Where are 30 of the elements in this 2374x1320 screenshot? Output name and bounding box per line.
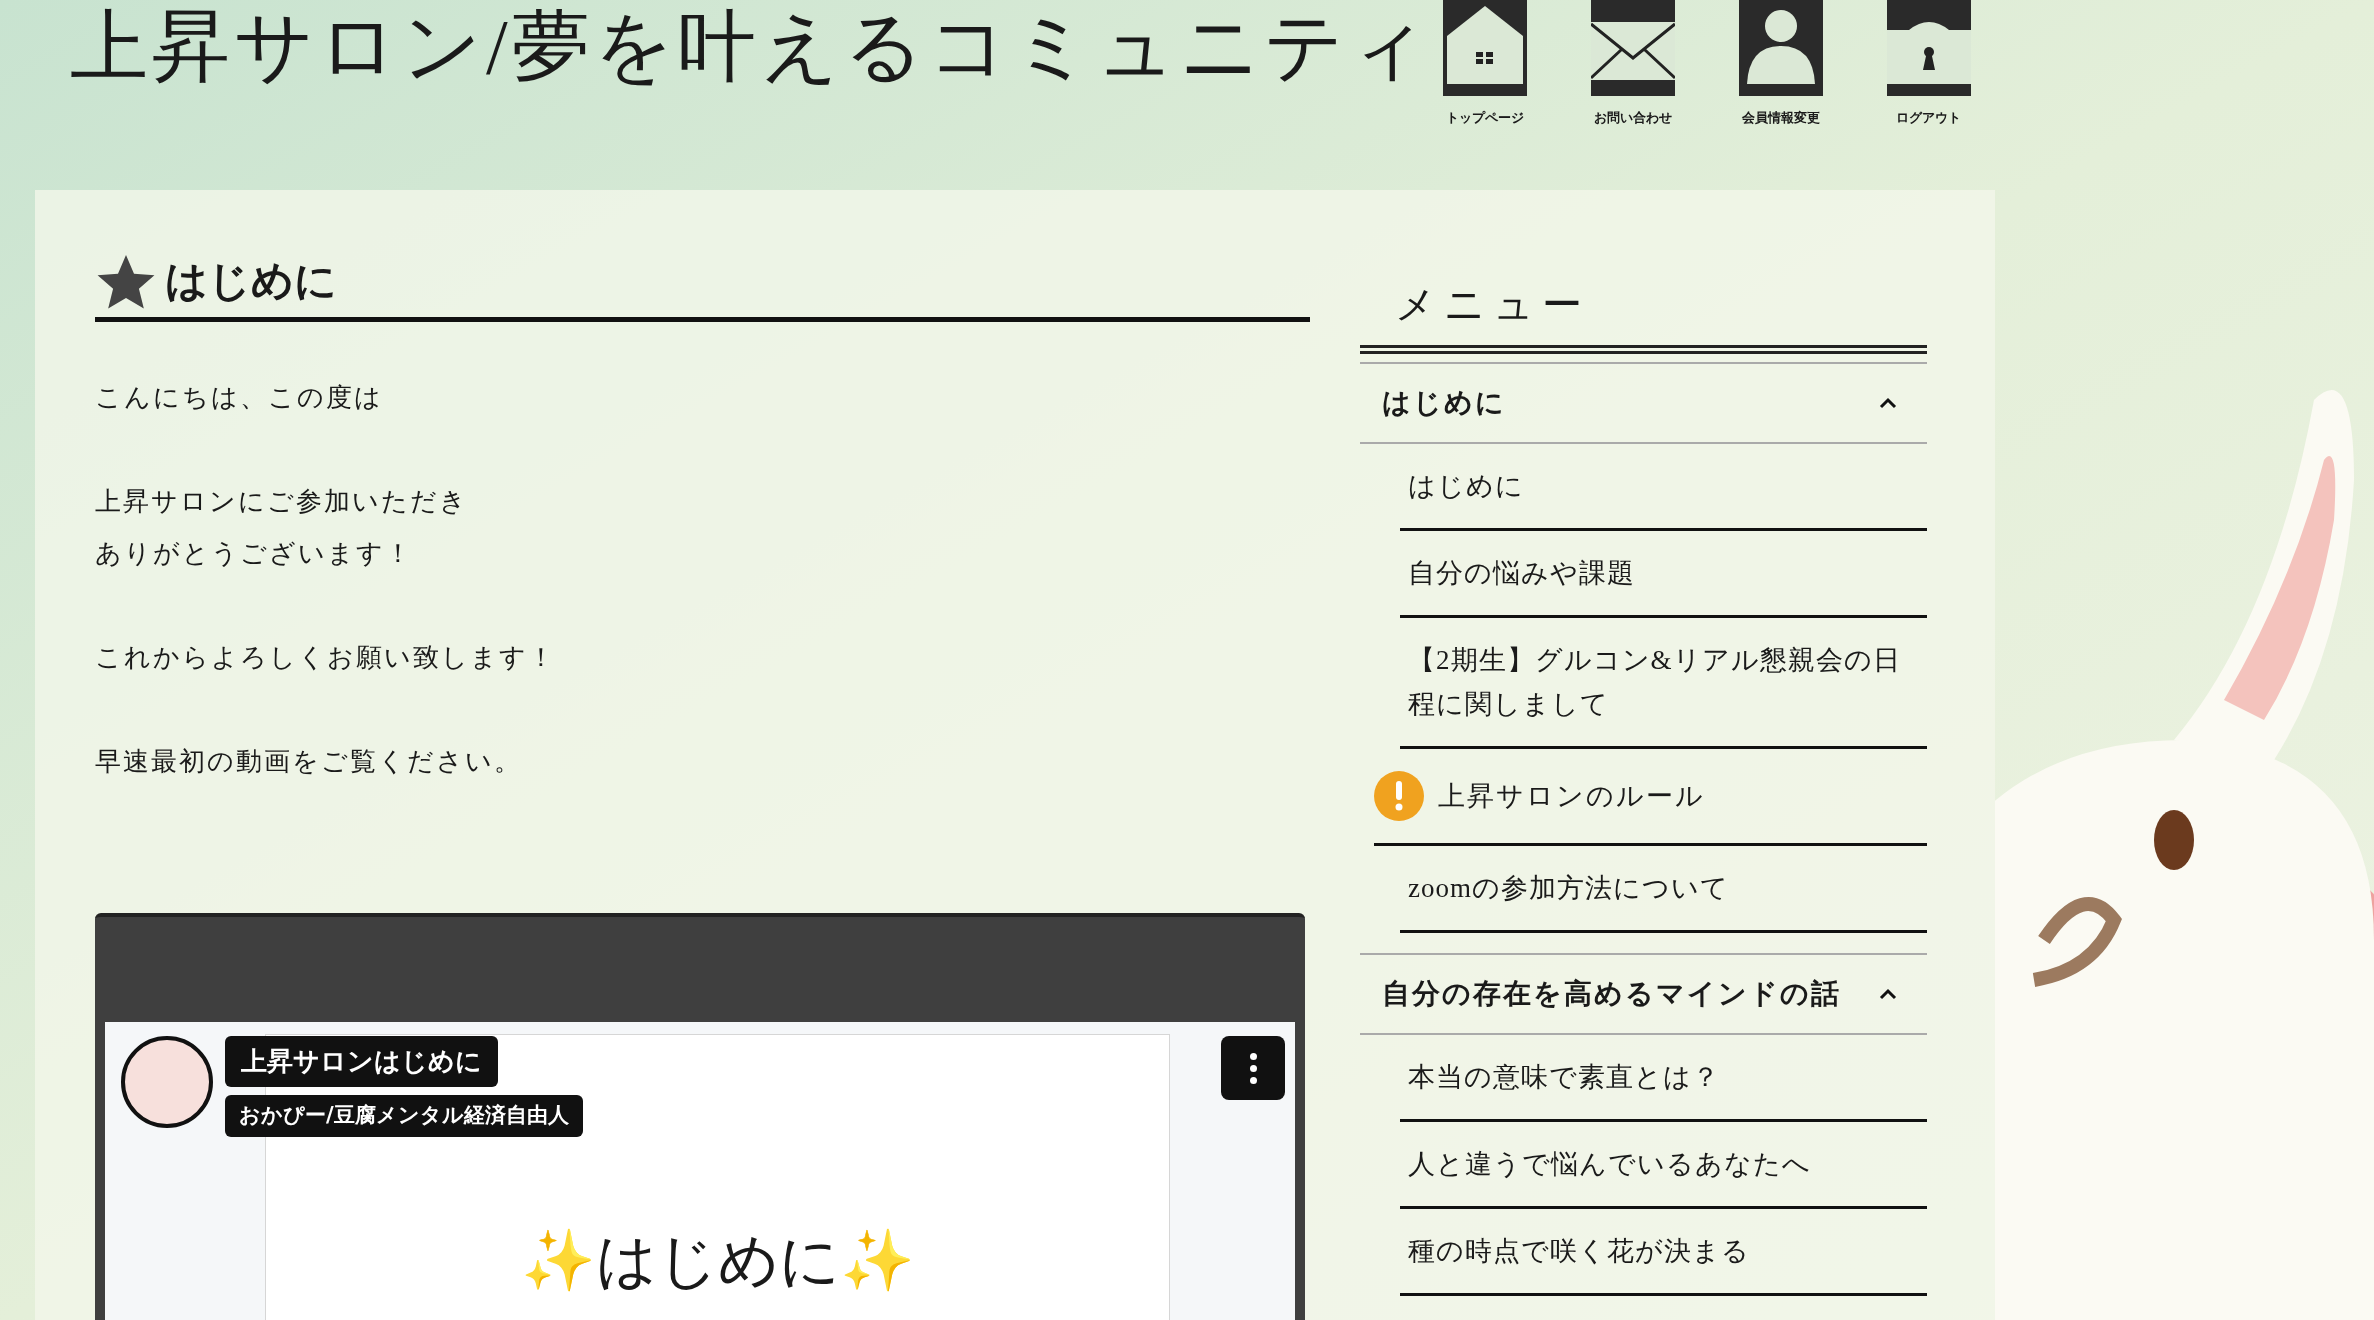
menu-item[interactable]: 種の時点で咲く花が決まる (1400, 1209, 1927, 1296)
lock-icon (1886, 0, 1971, 96)
menu-item[interactable]: 自分の悩みや課題 (1400, 531, 1927, 618)
video-title: 上昇サロンはじめに (225, 1036, 498, 1087)
menu-group-header[interactable]: はじめに (1360, 364, 1927, 444)
menu-item[interactable]: 【2期生】グルコン&リアル懇親会の日程に関しまして (1400, 618, 1927, 749)
menu-item[interactable]: zoomの参加方法について (1400, 846, 1927, 933)
more-options-button[interactable] (1221, 1036, 1285, 1100)
body-paragraph: こんにちは、この度は (95, 382, 384, 414)
body-paragraph: 上昇サロンにご参加いただき ありがとうございます！ (95, 486, 469, 570)
menu-item[interactable]: はじめに (1400, 444, 1927, 531)
menu-item[interactable]: 本当の意味で素直とは？ (1400, 1035, 1927, 1122)
body-paragraph: これからよろしくお願い致します！ (95, 642, 557, 674)
menu-item[interactable]: 人と違うで悩んでいるあなたへ (1400, 1122, 1927, 1209)
warning-icon (1374, 771, 1424, 821)
nav-link[interactable]: ログアウト (1883, 0, 1974, 128)
menu-title: メニュー (1395, 281, 1591, 329)
site-title: 上昇サロン/夢を叶えるコミュニティ (70, 2, 1432, 92)
home-icon (1442, 0, 1527, 96)
nav-link[interactable]: お問い合わせ (1587, 0, 1678, 128)
nav-link[interactable]: 会員情報変更 (1735, 0, 1826, 128)
mail-icon (1590, 0, 1675, 96)
channel-name: おかぴー/豆腐メンタル経済自由人 (225, 1095, 583, 1137)
body-paragraph: 早速最初の動画をご覧ください。 (95, 746, 523, 778)
section-heading: はじめに (95, 250, 1310, 322)
slide-title: ✨はじめに✨ (520, 1225, 915, 1297)
person-icon (1738, 0, 1823, 96)
menu-group-header[interactable]: 自分の存在を高めるマインドの話 (1360, 955, 1927, 1035)
menu-item[interactable]: 上昇サロンのルール (1374, 749, 1927, 846)
nav-link[interactable]: トップページ (1439, 0, 1530, 128)
